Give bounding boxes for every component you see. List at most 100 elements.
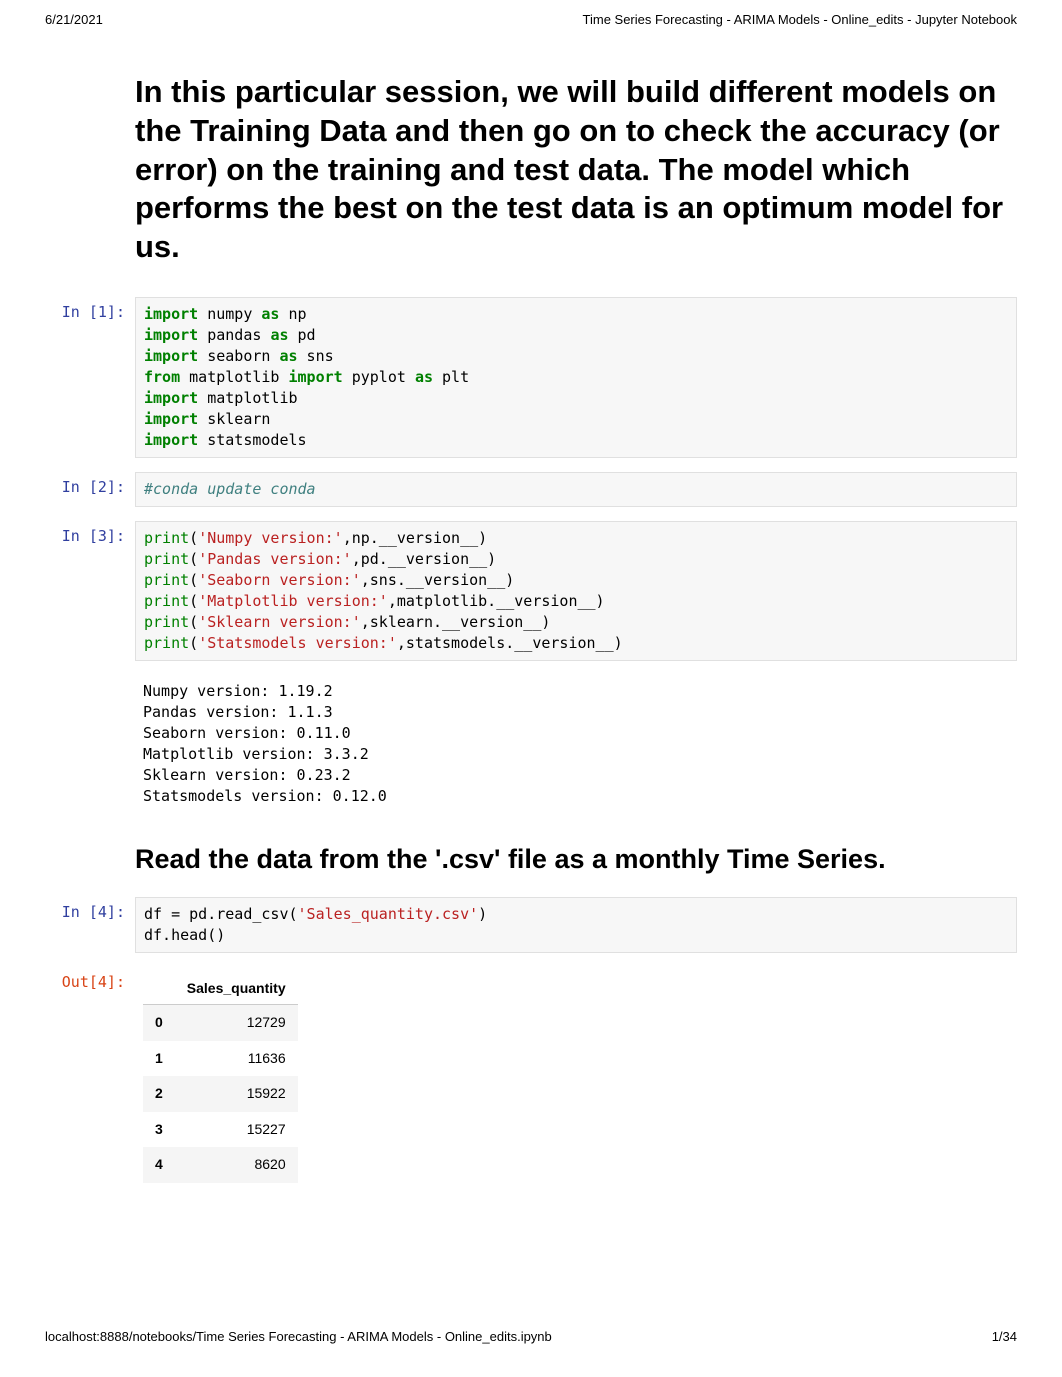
page-footer: localhost:8888/notebooks/Time Series For… (0, 1329, 1062, 1356)
code-cell-4: In [4]: df = pd.read_csv('Sales_quantity… (45, 897, 1017, 953)
op-equals: = (171, 905, 180, 923)
in-label-4: In [4]: (45, 897, 135, 953)
builtin-print: print (144, 550, 189, 568)
row-index: 0 (143, 1005, 175, 1041)
row-value: 12729 (175, 1005, 298, 1041)
code-text: ( (189, 529, 198, 547)
kw-import: import (144, 326, 198, 344)
code-text: ,sns.__version__) (361, 571, 515, 589)
code-text: ( (189, 613, 198, 631)
out-label-4: Out[4]: (45, 967, 135, 1190)
row-index: 3 (143, 1112, 175, 1148)
main-heading: In this particular session, we will buil… (135, 73, 1005, 267)
builtin-print: print (144, 529, 189, 547)
table-header-row: Sales_quantity (143, 973, 298, 1005)
code-text: ,np.__version__) (343, 529, 488, 547)
code-text: df.head() (144, 926, 225, 944)
table-index-header (143, 973, 175, 1005)
dataframe-output-4: Sales_quantity 0 12729 1 11636 2 15922 (135, 967, 1017, 1190)
row-index: 1 (143, 1041, 175, 1077)
code-text: seaborn (198, 347, 279, 365)
code-text: ,sklearn.__version__) (361, 613, 551, 631)
code-text: ( (189, 571, 198, 589)
kw-as: as (270, 326, 288, 344)
main-heading-section: In this particular session, we will buil… (135, 73, 1005, 267)
code-input-2: #conda update conda (135, 472, 1017, 507)
kw-import: import (144, 431, 198, 449)
code-text: pd (289, 326, 316, 344)
in-label-3: In [3]: (45, 521, 135, 661)
kw-import: import (144, 347, 198, 365)
kw-as: as (279, 347, 297, 365)
builtin-print: print (144, 571, 189, 589)
code-text: ) (478, 905, 487, 923)
code-input-4: df = pd.read_csv('Sales_quantity.csv') d… (135, 897, 1017, 953)
output-cell-3: Numpy version: 1.19.2 Pandas version: 1.… (45, 675, 1017, 813)
in-label-2: In [2]: (45, 472, 135, 507)
code-input-1: import numpy as np import pandas as pd i… (135, 297, 1017, 458)
kw-import: import (144, 305, 198, 323)
code-text: sklearn (198, 410, 270, 428)
code-text: plt (433, 368, 469, 386)
table-row: 0 12729 (143, 1005, 298, 1041)
notebook-content: In this particular session, we will buil… (0, 73, 1062, 1189)
code-text: sns (298, 347, 334, 365)
code-text: pd.read_csv( (180, 905, 297, 923)
kw-import: import (289, 368, 343, 386)
code-cell-2: In [2]: #conda update conda (45, 472, 1017, 507)
table-row: 2 15922 (143, 1076, 298, 1112)
comment: #conda update conda (144, 480, 316, 498)
code-text: numpy (198, 305, 261, 323)
footer-page: 1/34 (992, 1329, 1017, 1344)
h2-heading: Read the data from the '.csv' file as a … (135, 843, 1005, 877)
kw-import: import (144, 410, 198, 428)
stdout-output-3: Numpy version: 1.19.2 Pandas version: 1.… (135, 675, 1017, 813)
code-text: statsmodels (198, 431, 306, 449)
row-index: 4 (143, 1147, 175, 1183)
row-index: 2 (143, 1076, 175, 1112)
string: 'Pandas version:' (198, 550, 352, 568)
code-text: ( (189, 550, 198, 568)
row-value: 15227 (175, 1112, 298, 1148)
row-value: 11636 (175, 1041, 298, 1077)
code-text: ,statsmodels.__version__) (397, 634, 623, 652)
code-text: pyplot (343, 368, 415, 386)
table-row: 3 15227 (143, 1112, 298, 1148)
code-cell-3: In [3]: print('Numpy version:',np.__vers… (45, 521, 1017, 661)
kw-as: as (415, 368, 433, 386)
string: 'Statsmodels version:' (198, 634, 397, 652)
code-text: ,matplotlib.__version__) (388, 592, 605, 610)
string: 'Matplotlib version:' (198, 592, 388, 610)
code-text: df (144, 905, 171, 923)
kw-import: import (144, 389, 198, 407)
empty-label (45, 675, 135, 813)
string: 'Seaborn version:' (198, 571, 361, 589)
kw-as: as (261, 305, 279, 323)
h2-section: Read the data from the '.csv' file as a … (135, 843, 1005, 877)
kw-from: from (144, 368, 180, 386)
code-text: pandas (198, 326, 270, 344)
table-row: 1 11636 (143, 1041, 298, 1077)
code-text: ( (189, 592, 198, 610)
output-cell-4: Out[4]: Sales_quantity 0 12729 1 (45, 967, 1017, 1190)
footer-url: localhost:8888/notebooks/Time Series For… (45, 1329, 552, 1344)
header-date: 6/21/2021 (45, 12, 103, 27)
code-cell-1: In [1]: import numpy as np import pandas… (45, 297, 1017, 458)
code-input-3: print('Numpy version:',np.__version__) p… (135, 521, 1017, 661)
code-text: np (279, 305, 306, 323)
builtin-print: print (144, 592, 189, 610)
in-label-1: In [1]: (45, 297, 135, 458)
table-row: 4 8620 (143, 1147, 298, 1183)
header-title: Time Series Forecasting - ARIMA Models -… (583, 12, 1017, 27)
dataframe-table: Sales_quantity 0 12729 1 11636 2 15922 (143, 973, 298, 1184)
row-value: 15922 (175, 1076, 298, 1112)
string: 'Numpy version:' (198, 529, 343, 547)
builtin-print: print (144, 634, 189, 652)
code-text: matplotlib (180, 368, 288, 386)
string: 'Sklearn version:' (198, 613, 361, 631)
string: 'Sales_quantity.csv' (298, 905, 479, 923)
builtin-print: print (144, 613, 189, 631)
code-text: ( (189, 634, 198, 652)
code-text: matplotlib (198, 389, 297, 407)
table-column-header: Sales_quantity (175, 973, 298, 1005)
